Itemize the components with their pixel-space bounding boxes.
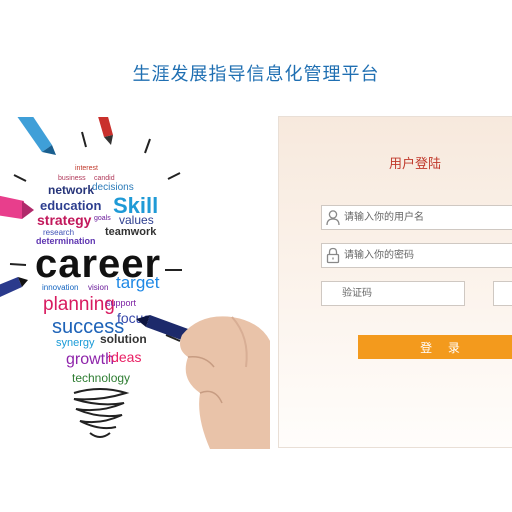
captcha-field[interactable]: [321, 281, 465, 306]
login-button[interactable]: 登 录: [358, 335, 512, 359]
word-business: business: [58, 175, 86, 182]
word-strategy: strategy: [37, 212, 92, 228]
word-innovation: innovation: [42, 283, 78, 292]
username-input[interactable]: [344, 208, 512, 227]
word-vision: vision: [88, 283, 108, 292]
word-values: values: [119, 213, 154, 227]
bulb-base: [73, 388, 130, 438]
word-interest: interest: [75, 165, 98, 172]
captcha-image[interactable]: [493, 281, 512, 306]
word-education: education: [40, 198, 101, 213]
word-goals: goals: [94, 215, 111, 222]
captcha-input[interactable]: [342, 284, 460, 303]
login-panel: 用户登陆 登 录: [278, 116, 512, 448]
word-teamwork: teamwork: [105, 226, 157, 238]
username-field[interactable]: [321, 205, 512, 230]
user-icon: [325, 209, 341, 230]
word-technology: technology: [72, 371, 130, 385]
word-growth: growth: [66, 351, 114, 368]
page-title: 生涯发展指导信息化管理平台: [132, 64, 380, 85]
word-candid: candid: [94, 175, 115, 182]
word-solution: solution: [100, 332, 147, 346]
word-support: support: [106, 298, 137, 308]
word-planning: planning: [43, 294, 115, 315]
word-decisions: decisions: [92, 182, 134, 193]
hand-with-pen: [136, 315, 270, 449]
word-network: network: [48, 183, 94, 197]
login-title: 用户登陆: [388, 157, 441, 172]
word-target: target: [116, 273, 160, 292]
career-illustration: interest business candid network decisio…: [0, 117, 270, 449]
word-synergy: synergy: [56, 337, 95, 349]
lock-icon: [325, 247, 341, 268]
password-field[interactable]: [321, 243, 512, 268]
password-input[interactable]: [344, 246, 512, 265]
word-ideas: ideas: [108, 349, 141, 365]
